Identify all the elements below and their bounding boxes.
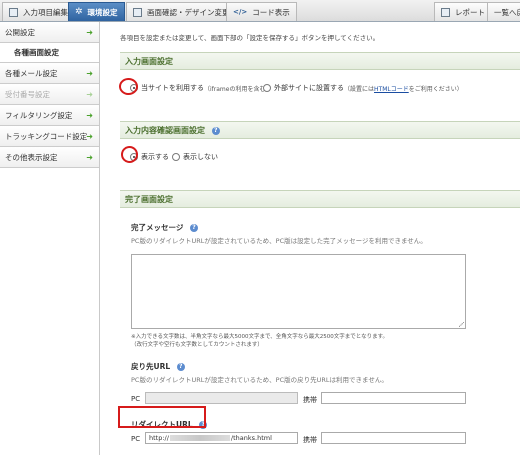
section-confirm-screen: 入力内容確認画面設定 ?	[120, 121, 520, 139]
tab-screen-design[interactable]: 画面確認・デザイン変更	[126, 2, 237, 21]
highlight-circle	[119, 78, 138, 95]
tab-input-fields[interactable]: 入力項目編集	[2, 2, 75, 21]
option-label: 外部サイトに設置する	[274, 84, 344, 92]
input-screen-option-own-site[interactable]: 当サイトを利用する （iframeの利用を含む）	[130, 83, 271, 93]
return-mobile-label: 携帯	[303, 396, 317, 404]
back-to-list-button[interactable]: 一覧へ戻	[487, 2, 520, 21]
redirect-pc-label: PC	[131, 435, 141, 443]
sidebar-item-label: 受付番号設定	[5, 90, 50, 99]
tab-input-fields-label: 入力項目編集	[23, 7, 68, 17]
tab-environment-settings[interactable]: ✲ 環境設定	[68, 2, 125, 21]
sidebar-item-label: その他表示設定	[5, 153, 58, 162]
return-url-pc-input	[145, 392, 298, 404]
section-title: 入力内容確認画面設定	[125, 126, 205, 135]
sidebar-item-receipt-number: 受付番号設定 ➜	[0, 84, 99, 105]
section-title: 入力画面設定	[125, 57, 173, 66]
complete-message-textarea[interactable]	[131, 254, 466, 329]
tab-code-display-label: コード表示	[252, 7, 290, 17]
field-label-text: 完了メッセージ	[131, 223, 184, 232]
arrow-right-icon: ➜	[86, 132, 93, 141]
section-complete-screen: 完了画面設定	[120, 190, 520, 208]
tab-screen-design-label: 画面確認・デザイン変更	[147, 7, 230, 17]
settings-sidebar: 公開設定 ➜ 各種画面設定 各種メール設定 ➜ 受付番号設定 ➜ フィルタリング…	[0, 22, 100, 455]
sidebar-item-label: 各種画面設定	[14, 48, 59, 57]
option-sub-label: をご利用ください）	[408, 85, 463, 93]
code-icon: </>	[233, 8, 248, 16]
section-title: 完了画面設定	[125, 195, 173, 204]
redacted-domain	[169, 435, 230, 441]
resize-grip-icon[interactable]	[459, 322, 464, 327]
report-icon	[441, 7, 450, 17]
main-content: 各項目を設定または変更して、画面下部の「設定を保存する」ボタンを押してください。…	[100, 22, 520, 455]
sidebar-item-other-display[interactable]: その他表示設定 ➜	[0, 147, 99, 168]
return-url-label: 戻り先URL ?	[131, 361, 185, 372]
tab-code-display[interactable]: </> コード表示	[226, 2, 297, 21]
section-input-screen: 入力画面設定	[120, 52, 520, 70]
arrow-right-icon: ➜	[86, 28, 93, 37]
complete-message-note: PC版のリダイレクトURLが設定されているため、PC版は設定した完了メッセージを…	[131, 237, 427, 245]
top-tab-bar: 入力項目編集 ✲ 環境設定 画面確認・デザイン変更 </> コード表示 レポート…	[0, 0, 520, 22]
help-icon[interactable]: ?	[211, 126, 220, 135]
return-pc-label: PC	[131, 395, 141, 403]
redirect-url-suffix: /thanks.html	[230, 434, 272, 442]
sidebar-item-tracking[interactable]: トラッキングコード設定 ➜	[0, 126, 99, 147]
highlight-box	[118, 406, 206, 428]
sidebar-item-label: 各種メール設定	[5, 69, 58, 78]
arrow-right-icon: ➜	[86, 153, 93, 162]
screen-icon	[133, 7, 142, 17]
char-limit-line-1: ※入力できる文字数は、半角文字なら最大5000文字まで、全角文字なら最大2500…	[131, 334, 389, 340]
back-to-list-label: 一覧へ戻	[494, 7, 520, 17]
option-label: 当サイトを利用する	[141, 84, 204, 92]
arrow-right-icon: ➜	[86, 69, 93, 78]
redirect-url-mobile-input[interactable]	[321, 432, 466, 444]
intro-text: 各項目を設定または変更して、画面下部の「設定を保存する」ボタンを押してください。	[120, 34, 380, 42]
report-button-label: レポート	[455, 7, 485, 17]
radio-external-site[interactable]	[263, 84, 271, 92]
report-button[interactable]: レポート	[434, 2, 492, 21]
complete-message-label: 完了メッセージ ?	[131, 222, 198, 233]
sidebar-item-label: トラッキングコード設定	[5, 132, 88, 141]
sidebar-item-screens[interactable]: 各種画面設定	[0, 43, 99, 63]
sidebar-item-label: 公開設定	[5, 28, 35, 37]
redirect-url-prefix: http://	[149, 434, 169, 442]
redirect-mobile-label: 携帯	[303, 436, 317, 444]
option-sub-label: （iframeの利用を含む）	[204, 85, 272, 93]
settings-page: 入力項目編集 ✲ 環境設定 画面確認・デザイン変更 </> コード表示 レポート…	[0, 0, 520, 455]
tab-environment-settings-label: 環境設定	[87, 7, 118, 17]
redirect-url-pc-input[interactable]: http:// /thanks.html	[145, 432, 298, 444]
confirm-option-hide[interactable]: 表示しない	[172, 152, 218, 162]
sidebar-item-label: フィルタリング設定	[5, 111, 73, 120]
char-limit-note: ※入力できる文字数は、半角文字なら最大5000文字まで、全角文字なら最大2500…	[131, 333, 388, 349]
arrow-right-icon: ➜	[86, 111, 93, 120]
return-url-note: PC版のリダイレクトURLが設定されているため、PC版の戻り先URLは利用できま…	[131, 376, 388, 384]
option-label: 表示しない	[183, 153, 218, 161]
gear-icon: ✲	[75, 6, 83, 17]
highlight-circle	[121, 146, 138, 163]
radio-hide[interactable]	[172, 153, 180, 161]
option-label: 表示する	[141, 153, 169, 161]
field-label-text: 戻り先URL	[131, 362, 171, 371]
html-code-link[interactable]: HTMLコード	[374, 84, 409, 93]
help-icon[interactable]: ?	[176, 363, 185, 371]
help-icon[interactable]: ?	[189, 224, 198, 232]
sidebar-item-publish[interactable]: 公開設定 ➜	[0, 22, 99, 43]
option-sub-label: （設置には	[344, 85, 375, 93]
input-screen-option-external[interactable]: 外部サイトに設置する （設置には HTMLコード をご利用ください）	[263, 83, 463, 93]
return-url-mobile-input[interactable]	[321, 392, 466, 404]
sidebar-item-mail[interactable]: 各種メール設定 ➜	[0, 63, 99, 84]
arrow-right-icon: ➜	[86, 90, 93, 99]
sidebar-item-filtering[interactable]: フィルタリング設定 ➜	[0, 105, 99, 126]
form-edit-icon	[9, 7, 18, 17]
char-limit-line-2: （改行文字や空行も文字数としてカウントされます）	[131, 342, 263, 348]
